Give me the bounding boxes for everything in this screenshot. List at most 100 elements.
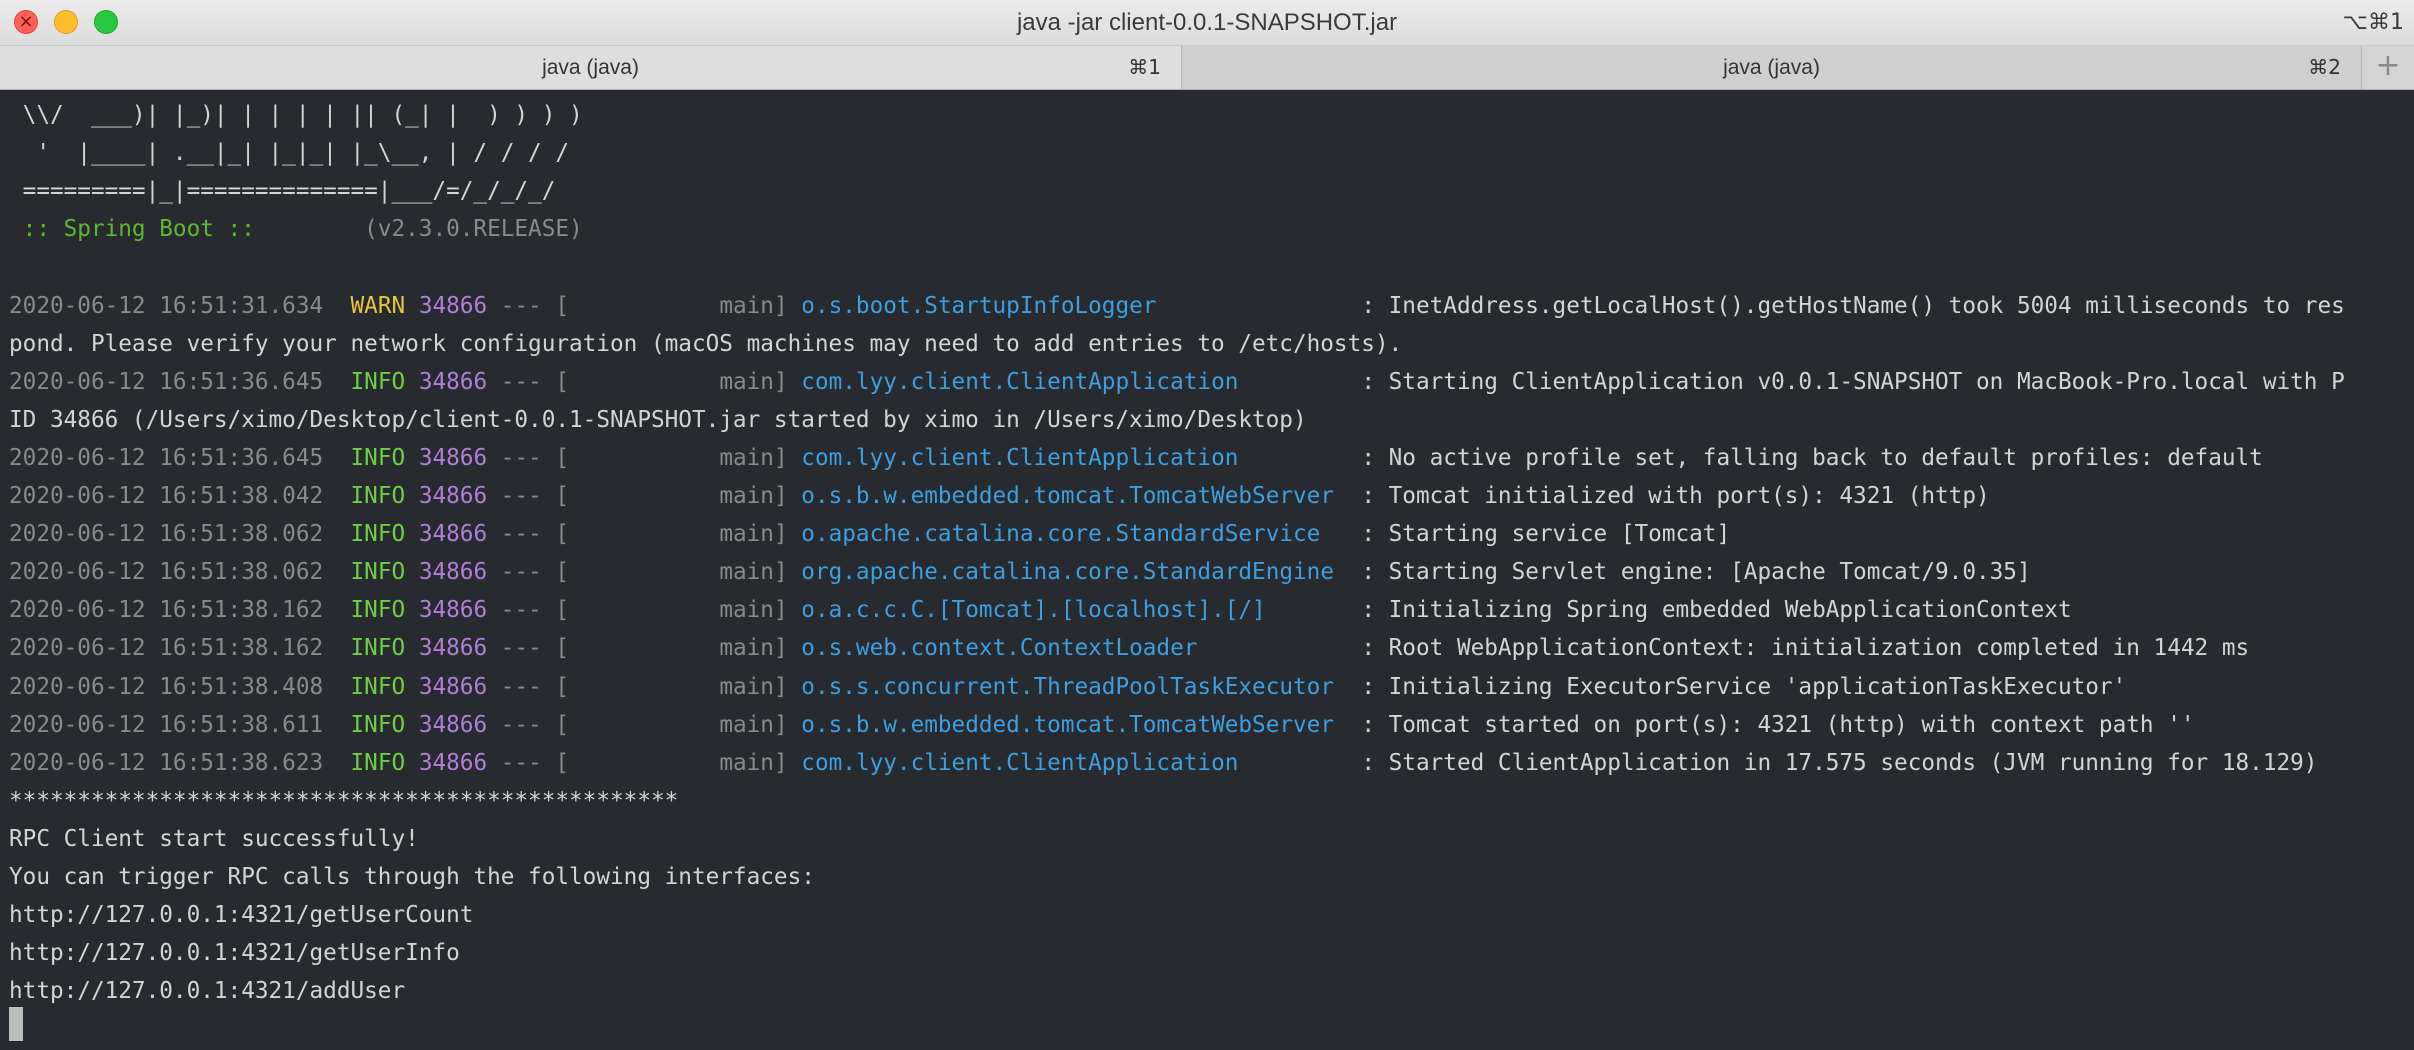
log-line: 2020-06-12 16:51:38.162 INFO 34866 --- [… xyxy=(9,629,2249,667)
log-message: : Starting service [Tomcat] xyxy=(1347,521,1731,548)
log-pid: 34866 xyxy=(418,711,488,738)
window-shortcut: ⌥⌘1 xyxy=(2342,10,2404,35)
log-level: INFO xyxy=(350,368,406,395)
log-line: 2020-06-12 16:51:38.062 INFO 34866 --- [… xyxy=(9,515,1730,553)
log-level: INFO xyxy=(350,483,406,509)
log-timestamp: 2020-06-12 16:51:36.645 xyxy=(9,368,324,395)
log-thread: main] xyxy=(569,711,788,738)
log-separator: --- [ xyxy=(487,711,570,738)
tab-2[interactable]: java (java) ⌘2 xyxy=(1182,46,2362,89)
log-timestamp: 2020-06-12 16:51:38.042 xyxy=(9,483,324,509)
tab-shortcut: ⌘1 xyxy=(1128,55,1161,79)
log-thread: main] xyxy=(569,521,788,548)
terminal-window: java -jar client-0.0.1-SNAPSHOT.jar ⌥⌘1 … xyxy=(0,0,2414,1050)
spring-boot-label: :: Spring Boot :: xyxy=(9,216,255,242)
log-separator: --- [ xyxy=(487,673,570,700)
log-line: 2020-06-12 16:51:38.408 INFO 34866 --- [… xyxy=(9,668,2126,706)
endpoint-url: http://127.0.0.1:4321/addUser xyxy=(9,978,406,1005)
log-level: INFO xyxy=(350,597,406,624)
terminal-cursor xyxy=(9,1007,23,1041)
log-separator: --- [ xyxy=(487,483,570,509)
log-pid: 34866 xyxy=(418,749,488,776)
log-logger: com.lyy.client.ClientApplication xyxy=(801,444,1348,471)
log-logger: o.s.b.w.embedded.tomcat.TomcatWebServer xyxy=(801,483,1348,509)
log-logger: o.s.b.w.embedded.tomcat.TomcatWebServer xyxy=(801,711,1348,738)
terminal-output[interactable]: \\/ ___)| |_)| | | | | || (_| | ) ) ) ) … xyxy=(0,90,2414,1050)
log-level: INFO xyxy=(350,673,406,700)
tab-shortcut: ⌘2 xyxy=(2308,55,2341,79)
log-pid: 34866 xyxy=(418,521,488,548)
log-level: INFO xyxy=(350,559,406,586)
tab-label: java (java) xyxy=(1723,56,1820,79)
log-message: : InetAddress.getLocalHost().getHostName… xyxy=(1347,292,2345,319)
log-thread: main] xyxy=(569,368,788,395)
log-line: 2020-06-12 16:51:38.611 INFO 34866 --- [… xyxy=(9,706,2195,744)
banner-line: ' |____| .__|_| |_|_| |_\__, | / / / / xyxy=(9,140,570,166)
log-pid: 34866 xyxy=(418,292,488,319)
log-message: : Initializing Spring embedded WebApplic… xyxy=(1347,597,2072,624)
log-message: : Initializing ExecutorService 'applicat… xyxy=(1347,673,2127,700)
tab-1[interactable]: java (java) ⌘1 xyxy=(0,46,1182,89)
log-level: INFO xyxy=(350,635,406,662)
log-logger: o.s.boot.StartupInfoLogger xyxy=(801,292,1348,319)
log-line-continuation: pond. Please verify your network configu… xyxy=(9,330,1403,357)
log-message: : Starting Servlet engine: [Apache Tomca… xyxy=(1347,559,2031,586)
spring-boot-banner: :: Spring Boot :: (v2.3.0.RELEASE) xyxy=(9,210,583,248)
log-pid: 34866 xyxy=(418,368,488,395)
log-separator: --- [ xyxy=(487,635,570,662)
log-thread: main] xyxy=(569,749,788,776)
log-timestamp: 2020-06-12 16:51:38.408 xyxy=(9,673,324,700)
log-message: : Tomcat started on port(s): 4321 (http)… xyxy=(1347,711,2195,738)
log-pid: 34866 xyxy=(418,635,488,662)
log-line: 2020-06-12 16:51:38.062 INFO 34866 --- [… xyxy=(9,553,2031,591)
banner-line: \\/ ___)| |_)| | | | | || (_| | ) ) ) ) xyxy=(9,102,583,128)
log-timestamp: 2020-06-12 16:51:38.162 xyxy=(9,635,324,662)
log-thread: main] xyxy=(569,292,788,319)
separator-line: ****************************************… xyxy=(9,787,679,814)
plus-icon: + xyxy=(2375,48,2401,83)
new-tab-button[interactable]: + xyxy=(2362,46,2414,89)
endpoint-url: http://127.0.0.1:4321/getUserCount xyxy=(9,902,474,929)
tab-label: java (java) xyxy=(542,56,639,79)
log-thread: main] xyxy=(569,444,788,471)
log-message: : Root WebApplicationContext: initializa… xyxy=(1347,635,2250,662)
log-logger: org.apache.catalina.core.StandardEngine xyxy=(801,559,1348,586)
tab-bar: java (java) ⌘1 java (java) ⌘2 + xyxy=(0,46,2414,90)
log-separator: --- [ xyxy=(487,444,570,471)
log-level: INFO xyxy=(350,749,406,776)
log-line: 2020-06-12 16:51:38.623 INFO 34866 --- [… xyxy=(9,744,2317,782)
log-timestamp: 2020-06-12 16:51:38.162 xyxy=(9,597,324,624)
log-pid: 34866 xyxy=(418,597,488,624)
log-thread: main] xyxy=(569,673,788,700)
log-separator: --- [ xyxy=(487,597,570,624)
log-line: 2020-06-12 16:51:38.042 INFO 34866 --- [… xyxy=(9,477,1990,515)
log-line: 2020-06-12 16:51:38.162 INFO 34866 --- [… xyxy=(9,591,2072,629)
log-pid: 34866 xyxy=(418,559,488,586)
endpoint-url: http://127.0.0.1:4321/getUserInfo xyxy=(9,940,460,967)
log-timestamp: 2020-06-12 16:51:38.623 xyxy=(9,749,324,776)
log-level: INFO xyxy=(350,444,406,471)
log-timestamp: 2020-06-12 16:51:38.062 xyxy=(9,521,324,548)
log-logger: com.lyy.client.ClientApplication xyxy=(801,749,1348,776)
log-message: : Starting ClientApplication v0.0.1-SNAP… xyxy=(1347,368,2345,395)
log-separator: --- [ xyxy=(487,749,570,776)
output-message: You can trigger RPC calls through the fo… xyxy=(9,864,815,890)
log-pid: 34866 xyxy=(418,673,488,700)
log-level: INFO xyxy=(350,521,406,548)
log-pid: 34866 xyxy=(418,444,488,471)
log-logger: o.a.c.c.C.[Tomcat].[localhost].[/] xyxy=(801,597,1348,624)
spring-boot-version: (v2.3.0.RELEASE) xyxy=(254,216,583,242)
log-logger: o.s.web.context.ContextLoader xyxy=(801,635,1348,662)
log-separator: --- [ xyxy=(487,292,570,319)
log-level: WARN xyxy=(350,292,406,319)
title-bar[interactable]: java -jar client-0.0.1-SNAPSHOT.jar ⌥⌘1 xyxy=(0,0,2414,46)
log-thread: main] xyxy=(569,483,788,509)
window-title: java -jar client-0.0.1-SNAPSHOT.jar xyxy=(1016,9,1398,36)
log-line: 2020-06-12 16:51:36.645 INFO 34866 --- [… xyxy=(9,439,2263,477)
log-message: : Started ClientApplication in 17.575 se… xyxy=(1347,749,2318,776)
log-logger: o.apache.catalina.core.StandardService xyxy=(801,521,1348,548)
log-message: : Tomcat initialized with port(s): 4321 … xyxy=(1347,483,1990,509)
log-timestamp: 2020-06-12 16:51:31.634 xyxy=(9,292,324,319)
log-thread: main] xyxy=(569,597,788,624)
log-line-continuation: ID 34866 (/Users/ximo/Desktop/client-0.0… xyxy=(9,406,1307,433)
